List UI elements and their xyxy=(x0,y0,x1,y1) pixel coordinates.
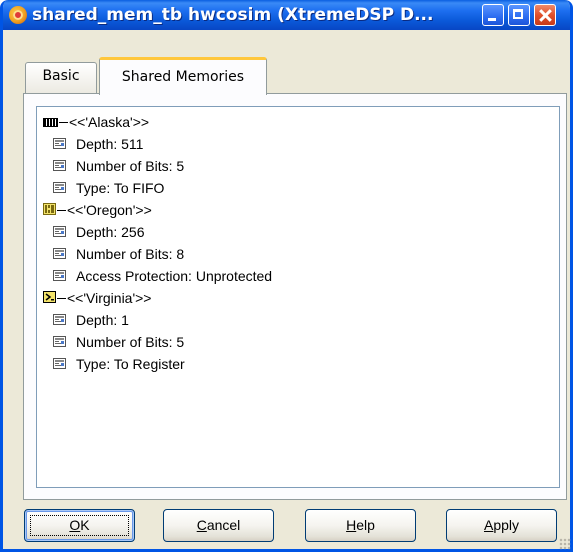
minimize-button[interactable] xyxy=(482,4,504,26)
tree-node-label: <<'Oregon'>> xyxy=(67,202,152,218)
property-icon xyxy=(53,133,66,155)
property-label: Depth: 511 xyxy=(76,136,144,152)
property-icon xyxy=(53,265,66,287)
property-label: Number of Bits: 5 xyxy=(76,158,185,174)
fifo-memory-icon xyxy=(43,111,58,133)
tree-connector xyxy=(57,297,66,299)
tab-basic[interactable]: Basic xyxy=(25,62,97,93)
focus-ring xyxy=(30,515,129,536)
cancel-label: ancel xyxy=(206,517,241,533)
window-title: shared_mem_tb hwcosim (XtremeDSP D... xyxy=(32,5,434,25)
property-label: Depth: 256 xyxy=(76,224,145,240)
tree-node-label: <<'Virginia'>> xyxy=(67,290,152,306)
help-label: elp xyxy=(356,517,375,533)
property-icon xyxy=(53,221,66,243)
property-label: Number of Bits: 8 xyxy=(76,246,185,262)
property-icon xyxy=(53,309,66,331)
tree-node-oregon[interactable]: <<'Oregon'>> xyxy=(43,199,152,221)
tree-leaf[interactable]: Depth: 1 xyxy=(53,309,129,331)
resize-grip[interactable] xyxy=(559,538,571,550)
help-mnemonic: H xyxy=(346,517,357,533)
maximize-button[interactable] xyxy=(508,4,530,26)
tree-leaf[interactable]: Depth: 256 xyxy=(53,221,145,243)
tree-leaf[interactable]: Depth: 511 xyxy=(53,133,143,155)
tree-leaf[interactable]: Number of Bits: 8 xyxy=(53,243,184,265)
apply-mnemonic: A xyxy=(483,517,494,533)
tree-leaf[interactable]: Number of Bits: 5 xyxy=(53,155,184,177)
tree-connector xyxy=(59,121,68,123)
property-icon xyxy=(53,177,66,199)
title-bar[interactable]: shared_mem_tb hwcosim (XtremeDSP D... xyxy=(3,0,570,30)
tree-leaf[interactable]: Access Protection: Unprotected xyxy=(53,265,272,287)
shared-memories-tree[interactable]: <<'Alaska'>> Depth: 511 Number of Bits: … xyxy=(36,106,560,488)
property-icon xyxy=(53,331,66,353)
property-label: Depth: 1 xyxy=(76,312,129,328)
tab-shared-memories[interactable]: Shared Memories xyxy=(99,57,267,95)
close-button[interactable] xyxy=(534,4,556,26)
app-icon xyxy=(9,6,27,24)
property-label: Access Protection: Unprotected xyxy=(76,268,273,284)
tree-node-virginia[interactable]: <<'Virginia'>> xyxy=(43,287,152,309)
tree-leaf[interactable]: Type: To FIFO xyxy=(53,177,164,199)
tree-node-alaska[interactable]: <<'Alaska'>> xyxy=(43,111,149,133)
property-label: Number of Bits: 5 xyxy=(76,334,185,350)
apply-button[interactable]: Apply xyxy=(446,509,557,542)
property-label: Type: To Register xyxy=(76,356,185,372)
cancel-button[interactable]: Cancel xyxy=(163,509,274,542)
property-icon xyxy=(53,353,66,375)
register-icon xyxy=(43,287,56,309)
tree-connector xyxy=(57,209,66,211)
property-label: Type: To FIFO xyxy=(76,180,165,196)
property-icon xyxy=(53,243,66,265)
apply-label: pply xyxy=(493,517,520,533)
help-button[interactable]: Help xyxy=(305,509,416,542)
ok-button[interactable]: OK xyxy=(24,509,135,542)
tree-leaf[interactable]: Type: To Register xyxy=(53,353,185,375)
tree-leaf[interactable]: Number of Bits: 5 xyxy=(53,331,184,353)
cancel-mnemonic: C xyxy=(196,517,207,533)
property-icon xyxy=(53,155,66,177)
shared-memory-icon xyxy=(43,199,56,221)
tree-node-label: <<'Alaska'>> xyxy=(69,114,150,130)
